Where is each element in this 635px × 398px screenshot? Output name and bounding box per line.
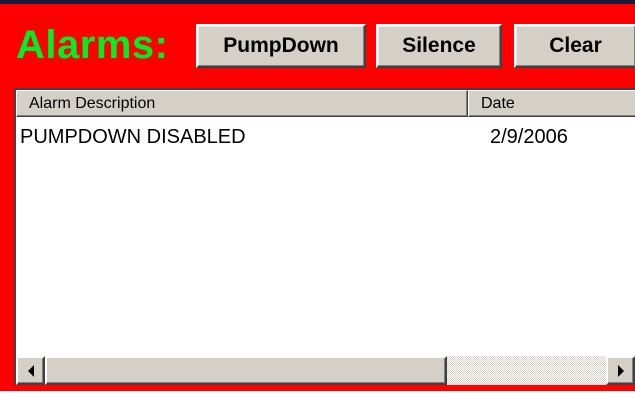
scroll-right-button[interactable] <box>606 356 635 385</box>
alarm-date-cell: 2/9/2006 <box>490 126 568 148</box>
alarms-panel: Alarms: PumpDown Silence Clear Alarm Des… <box>0 0 635 391</box>
table-row[interactable]: PUMPDOWN DISABLED 2/9/2006 <box>16 121 635 149</box>
triangle-right-icon <box>617 364 624 377</box>
horizontal-scrollbar[interactable] <box>16 356 635 385</box>
clear-button[interactable]: Clear <box>514 24 635 68</box>
triangle-left-icon <box>27 364 34 377</box>
alarm-list-header: Alarm Description Date <box>16 90 635 117</box>
column-header-alarm-description[interactable]: Alarm Description <box>16 90 468 117</box>
silence-button[interactable]: Silence <box>376 24 502 68</box>
alarm-list[interactable]: Alarm Description Date PUMPDOWN DISABLED… <box>14 88 635 385</box>
scrollbar-thumb[interactable] <box>45 356 447 385</box>
pumpdown-button[interactable]: PumpDown <box>196 24 366 68</box>
alarms-title: Alarms: <box>16 23 169 67</box>
scroll-left-button[interactable] <box>16 356 45 385</box>
scrollbar-track[interactable] <box>447 356 606 385</box>
column-header-date[interactable]: Date <box>468 90 635 117</box>
alarm-description-cell: PUMPDOWN DISABLED <box>20 126 246 148</box>
